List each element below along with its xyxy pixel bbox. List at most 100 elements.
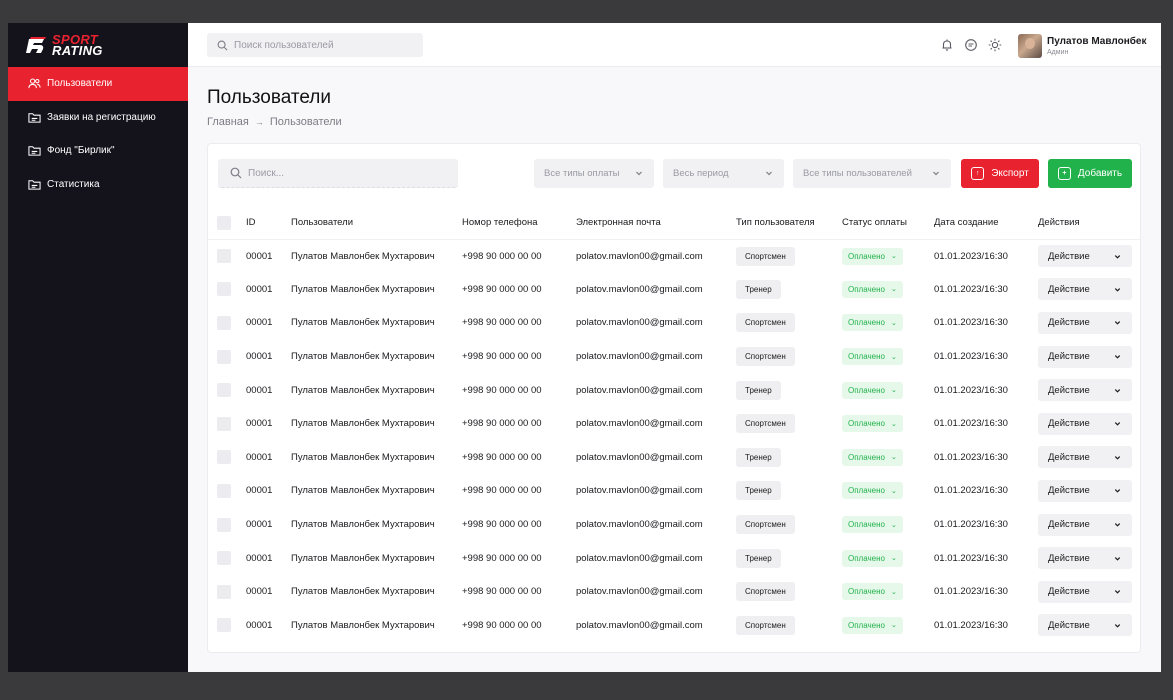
period-select[interactable]: Весь период	[663, 159, 784, 188]
chevron-down-icon	[1113, 419, 1122, 428]
row-checkbox[interactable]	[217, 618, 231, 633]
action-label: Действие	[1048, 384, 1090, 396]
sidebar-item-statistics[interactable]: Статистика	[8, 168, 188, 202]
chevron-down-icon	[1113, 352, 1122, 361]
payment-status-dropdown[interactable]: Оплачено ⌄	[842, 381, 903, 399]
payment-status-dropdown[interactable]: Оплачено ⌄	[842, 415, 903, 433]
action-dropdown[interactable]: Действие	[1038, 412, 1132, 435]
bell-icon[interactable]	[940, 38, 954, 52]
chevron-down-icon: ⌄	[890, 622, 897, 630]
action-dropdown[interactable]: Действие	[1038, 345, 1132, 368]
chevron-down-icon	[1113, 587, 1122, 596]
payment-status-label: Оплачено	[848, 352, 885, 362]
cell-phone: +998 90 000 00 00	[462, 351, 542, 363]
payment-status-dropdown[interactable]: Оплачено ⌄	[842, 280, 903, 298]
topbar: Пулатов Мавлонбек Админ	[188, 23, 1161, 67]
action-dropdown[interactable]: Действие	[1038, 245, 1132, 268]
user-search-box[interactable]	[207, 33, 423, 57]
cell-id: 00001	[246, 552, 273, 564]
action-dropdown[interactable]: Действие	[1038, 446, 1132, 469]
action-dropdown[interactable]: Действие	[1038, 580, 1132, 603]
table-search-input[interactable]	[248, 167, 418, 179]
chevron-down-icon	[1113, 252, 1122, 261]
action-dropdown[interactable]: Действие	[1038, 547, 1132, 570]
payment-status-label: Оплачено	[848, 452, 885, 462]
cell-phone: +998 90 000 00 00	[462, 619, 542, 631]
col-header-id[interactable]: ID	[246, 207, 291, 240]
row-checkbox[interactable]	[217, 349, 231, 364]
chevron-down-icon	[1113, 621, 1122, 630]
user-type-select[interactable]: Все типы пользователей	[793, 159, 951, 188]
col-header-user-type[interactable]: Тип пользователя	[736, 207, 842, 240]
action-dropdown[interactable]: Действие	[1038, 479, 1132, 502]
action-dropdown[interactable]: Действие	[1038, 379, 1132, 402]
row-checkbox[interactable]	[217, 315, 231, 330]
sidebar-item-users[interactable]: Пользователи	[8, 67, 188, 101]
cell-email: polatov.mavlon00@gmail.com	[576, 451, 703, 463]
col-header-phone[interactable]: Номор телефона	[462, 207, 576, 240]
chevron-down-icon: ⌄	[890, 353, 897, 361]
col-header-created-date[interactable]: Дата создание	[934, 207, 1038, 240]
payment-status-label: Оплачено	[848, 419, 885, 429]
payment-status-dropdown[interactable]: Оплачено ⌄	[842, 348, 903, 366]
chat-icon[interactable]	[964, 38, 978, 52]
chevron-down-icon	[1113, 554, 1122, 563]
col-header-payment-status[interactable]: Статус оплаты	[842, 207, 934, 240]
chevron-down-icon	[1113, 285, 1122, 294]
col-header-users[interactable]: Пользователи	[291, 207, 462, 240]
row-checkbox[interactable]	[217, 249, 231, 264]
col-header-email[interactable]: Электронная почта	[576, 207, 736, 240]
row-checkbox[interactable]	[217, 416, 231, 431]
row-checkbox[interactable]	[217, 450, 231, 465]
sidebar-item-registration-requests[interactable]: Заявки на регистрацию	[8, 101, 188, 135]
cell-created-date: 01.01.2023/16:30	[934, 351, 1008, 363]
select-all-checkbox[interactable]	[217, 215, 231, 230]
cell-id: 00001	[246, 485, 273, 497]
payment-status-dropdown[interactable]: Оплачено ⌄	[842, 247, 903, 265]
cell-user-name: Пулатов Мавлонбек Мухтарович	[291, 552, 435, 564]
table-search-box[interactable]	[218, 159, 458, 188]
export-button[interactable]: ↑ Экспорт	[961, 159, 1039, 188]
chevron-down-icon: ⌄	[890, 387, 897, 395]
payment-status-dropdown[interactable]: Оплачено ⌄	[842, 314, 903, 332]
breadcrumb-home[interactable]: Главная	[207, 116, 249, 128]
sun-icon[interactable]	[988, 38, 1002, 52]
action-label: Действие	[1048, 250, 1090, 262]
cell-email: polatov.mavlon00@gmail.com	[576, 351, 703, 363]
cell-id: 00001	[246, 317, 273, 329]
cell-id: 00001	[246, 451, 273, 463]
row-checkbox[interactable]	[217, 483, 231, 498]
payment-status-dropdown[interactable]: Оплачено ⌄	[842, 448, 903, 466]
sidebar-item-fund-birlik[interactable]: Фонд "Бирлик"	[8, 134, 188, 168]
cell-phone: +998 90 000 00 00	[462, 552, 542, 564]
payment-type-select[interactable]: Все типы оплаты	[534, 159, 654, 188]
cell-user-name: Пулатов Мавлонбек Мухтарович	[291, 250, 435, 262]
action-dropdown[interactable]: Действие	[1038, 614, 1132, 637]
action-dropdown[interactable]: Действие	[1038, 513, 1132, 536]
action-dropdown[interactable]: Действие	[1038, 278, 1132, 301]
cell-user-name: Пулатов Мавлонбек Мухтарович	[291, 519, 435, 531]
row-checkbox[interactable]	[217, 584, 231, 599]
row-checkbox[interactable]	[217, 551, 231, 566]
payment-status-dropdown[interactable]: Оплачено ⌄	[842, 516, 903, 534]
topbar-icons	[940, 38, 1002, 52]
payment-status-dropdown[interactable]: Оплачено ⌄	[842, 549, 903, 567]
payment-status-dropdown[interactable]: Оплачено ⌄	[842, 616, 903, 634]
payment-status-dropdown[interactable]: Оплачено ⌄	[842, 482, 903, 500]
action-dropdown[interactable]: Действие	[1038, 311, 1132, 334]
row-checkbox[interactable]	[217, 517, 231, 532]
table-row: 00001 Пулатов Мавлонбек Мухтарович +998 90…	[208, 441, 1140, 475]
row-checkbox[interactable]	[217, 282, 231, 297]
row-checkbox[interactable]	[217, 383, 231, 398]
app-window: Sport Rating Пользователи	[8, 23, 1161, 672]
cell-created-date: 01.01.2023/16:30	[934, 418, 1008, 430]
user-profile[interactable]: Пулатов Мавлонбек Админ	[1018, 34, 1146, 58]
col-header-actions: Действия	[1038, 207, 1140, 240]
payment-status-label: Оплачено	[848, 620, 885, 630]
add-button[interactable]: + Добавить	[1048, 159, 1132, 188]
chevron-down-icon	[636, 171, 642, 176]
payment-status-dropdown[interactable]: Оплачено ⌄	[842, 583, 903, 601]
cell-phone: +998 90 000 00 00	[462, 317, 542, 329]
user-search-input[interactable]	[234, 39, 404, 51]
cell-created-date: 01.01.2023/16:30	[934, 586, 1008, 598]
